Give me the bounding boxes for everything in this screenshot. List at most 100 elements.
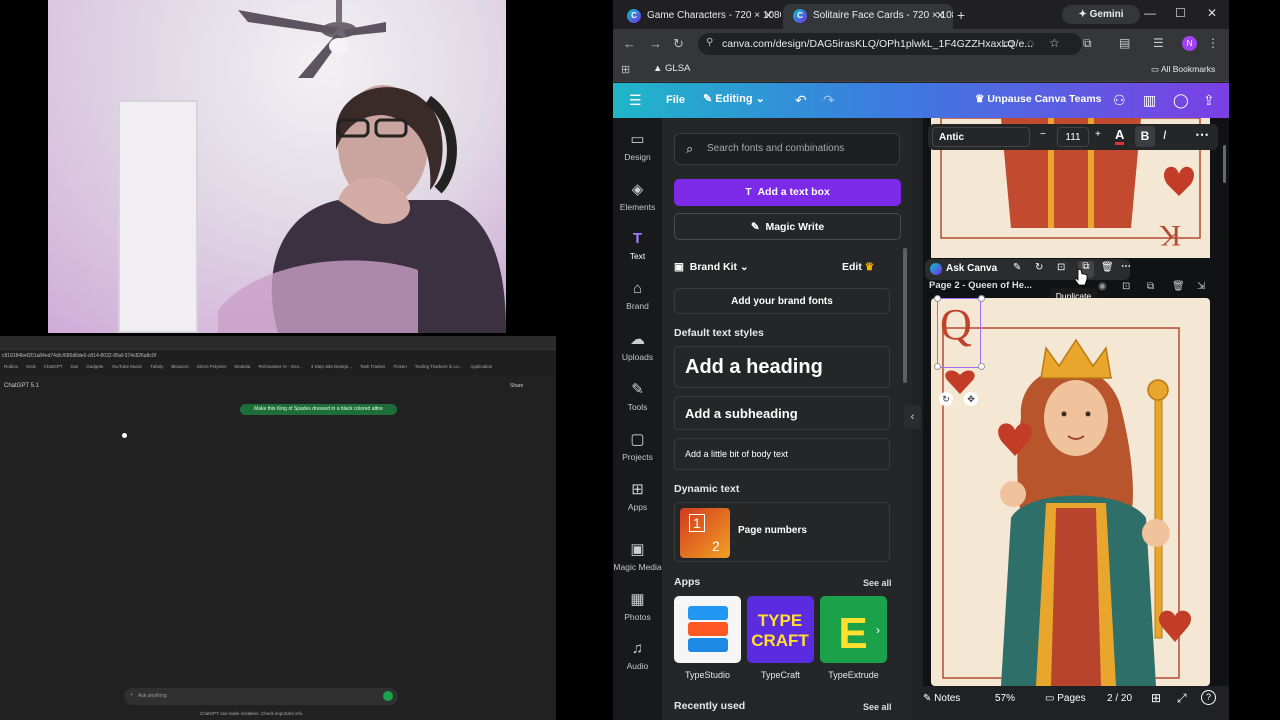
screen-cast-icon[interactable]: ▭: [1003, 36, 1014, 50]
star-icon[interactable]: ☆: [1049, 36, 1060, 50]
chatgpt-bookmark[interactable]: Modelia: [234, 364, 250, 372]
typecraft-app-tile[interactable]: TYPE CRAFT: [747, 596, 814, 663]
rail-item-design[interactable]: ▭ Design: [613, 130, 662, 162]
rail-item-uploads[interactable]: ☁ Uploads: [613, 330, 662, 362]
page-label[interactable]: Page 2 - Queen of He...: [929, 280, 1032, 291]
resize-handle[interactable]: [978, 295, 985, 302]
zoom-level[interactable]: 57%: [995, 693, 1015, 704]
chatgpt-bookmark[interactable]: Gwi: [71, 364, 79, 372]
recent-see-all-link[interactable]: See all: [863, 702, 892, 712]
decrease-font-size-icon[interactable]: −: [1040, 129, 1046, 140]
chatgpt-bookmark[interactable]: 3 Step Site Design...: [311, 364, 352, 372]
chatgpt-bookmark[interactable]: Tooling Trackers in Lo...: [415, 364, 463, 372]
unpause-canva-teams-button[interactable]: ♛ Unpause Canva Teams: [975, 93, 1102, 105]
extensions-icon[interactable]: ⧉: [1083, 36, 1092, 51]
selected-text-element[interactable]: Q: [934, 295, 985, 370]
share-icon[interactable]: ⇪: [1203, 92, 1215, 109]
analytics-icon[interactable]: ▥: [1143, 92, 1156, 109]
more-actions-icon[interactable]: ⋯: [1121, 261, 1131, 272]
font-search-input[interactable]: ⌕ Search fonts and combinations: [674, 133, 900, 165]
chat-composer[interactable]: + Ask anything: [124, 688, 398, 705]
close-window-icon[interactable]: ✕: [1207, 6, 1217, 20]
menu-dots-icon[interactable]: ⋮: [1207, 36, 1219, 50]
add-subheading-button[interactable]: Add a subheading: [674, 396, 890, 430]
chatgpt-bookmark[interactable]: Tubely: [150, 364, 163, 372]
add-body-text-button[interactable]: Add a little bit of body text: [674, 438, 890, 470]
close-tab-icon[interactable]: ✕: [764, 9, 773, 22]
delete-icon[interactable]: 🗑: [1101, 262, 1114, 273]
sidepanel-icon[interactable]: ▤: [1119, 36, 1130, 50]
profile-avatar[interactable]: N: [1182, 36, 1197, 51]
chatgpt-bookmark[interactable]: Application: [470, 364, 492, 372]
page-lock-icon[interactable]: ⊡: [1122, 281, 1130, 292]
hide-page-icon[interactable]: ◉: [1098, 281, 1107, 292]
editing-mode-dropdown[interactable]: ✎ Editing ⌄: [703, 92, 765, 105]
chatgpt-bookmark[interactable]: Grok: [26, 364, 36, 372]
bookmark-glsa[interactable]: ▲ GLSA: [653, 63, 690, 74]
chatgpt-bookmark[interactable]: Gadgets: [86, 364, 103, 372]
brand-kit-dropdown[interactable]: ▣ Brand Kit ⌄: [674, 261, 749, 273]
resize-handle[interactable]: [978, 363, 985, 370]
file-menu[interactable]: File: [666, 94, 685, 106]
send-button[interactable]: [383, 691, 393, 701]
new-tab-icon[interactable]: +: [957, 7, 965, 23]
fullscreen-icon[interactable]: ⤢: [1177, 691, 1187, 706]
rail-item-magic-media[interactable]: ▣ Magic Media: [613, 540, 662, 572]
notes-button[interactable]: ✎ Notes: [923, 693, 960, 704]
lock-icon[interactable]: ⊡: [1057, 262, 1065, 273]
typestudio-app-tile[interactable]: [674, 596, 741, 663]
bold-icon[interactable]: B: [1135, 126, 1155, 147]
magic-write-button[interactable]: ✎ Magic Write: [674, 213, 901, 240]
collapse-panel-button[interactable]: ‹: [904, 405, 921, 429]
page-delete-icon[interactable]: 🗑: [1172, 281, 1185, 292]
chatgpt-bookmark[interactable]: Techmaster AI - Geo...: [258, 364, 303, 372]
help-icon[interactable]: ?: [1201, 690, 1216, 705]
people-icon[interactable]: ⚇: [1113, 92, 1126, 109]
add-page-icon[interactable]: ⇲: [1197, 281, 1205, 292]
chatgpt-bookmark[interactable]: YouTube Music: [111, 364, 142, 372]
rail-item-audio[interactable]: ♫ Audio: [613, 640, 662, 671]
add-brand-fonts-button[interactable]: Add your brand fonts: [674, 288, 890, 314]
undo-icon[interactable]: ↶: [795, 92, 807, 109]
italic-icon[interactable]: I: [1163, 128, 1166, 142]
redo-icon[interactable]: ↷: [823, 92, 835, 109]
tab-search-icon[interactable]: ☰: [1153, 36, 1164, 50]
minimize-icon[interactable]: —: [1144, 6, 1156, 20]
model-selector[interactable]: ChatGPT 5.1: [4, 383, 39, 389]
chatgpt-bookmark[interactable]: Roblox: [4, 364, 18, 372]
increase-font-size-icon[interactable]: +: [1095, 129, 1101, 140]
chevron-right-icon[interactable]: ›: [876, 623, 880, 637]
chatgpt-bookmark[interactable]: Task Tracker: [360, 364, 386, 372]
add-heading-button[interactable]: Add a heading: [674, 346, 890, 388]
tab-solitaire-face-cards[interactable]: C Solitaire Face Cards - 720 × 1080px ✕: [783, 4, 953, 29]
forward-icon[interactable]: →: [649, 36, 662, 51]
apps-grid-icon[interactable]: ⊞: [621, 63, 630, 76]
chatgpt-bookmark[interactable]: ChatGPT: [44, 364, 63, 372]
chatgpt-bookmark[interactable]: GEUs Polymer: [197, 364, 227, 372]
page-duplicate-icon[interactable]: ⧉: [1147, 281, 1154, 292]
rail-item-text[interactable]: T Text: [613, 230, 662, 261]
close-tab-icon[interactable]: ✕: [936, 9, 945, 22]
comment-icon[interactable]: ◯: [1173, 92, 1189, 109]
rail-item-photos[interactable]: ▦ Photos: [613, 590, 662, 622]
address-bar[interactable]: ⚲ canva.com/design/DAG5irasKLQ/OPh1plwkL…: [698, 33, 1082, 55]
share-button[interactable]: Share: [510, 383, 523, 389]
plus-icon[interactable]: +: [130, 692, 133, 698]
reload-icon[interactable]: ↻: [673, 36, 684, 52]
resize-handle[interactable]: [934, 295, 941, 302]
rotate-icon[interactable]: ↻: [1035, 262, 1043, 273]
site-info-icon[interactable]: ⚲: [706, 37, 713, 48]
rail-item-elements[interactable]: ◈ Elements: [613, 180, 662, 212]
rail-item-brand[interactable]: ⌂ Brand: [613, 280, 662, 311]
add-text-box-button[interactable]: T Add a text box: [674, 179, 901, 206]
font-family-dropdown[interactable]: Antic: [932, 127, 1030, 147]
pages-button[interactable]: ▭ Pages: [1045, 693, 1086, 704]
move-handle-icon[interactable]: ✥: [964, 392, 978, 406]
more-options-icon[interactable]: ⋯: [1195, 126, 1209, 143]
gemini-button[interactable]: ✦ Gemini: [1062, 5, 1140, 24]
tab-game-characters[interactable]: C Game Characters - 720 × 1080px ✕: [617, 4, 781, 29]
chatgpt-address-bar[interactable]: c819184bef201a84ed74d/c/686d6de6-c814-80…: [0, 350, 556, 362]
text-color-icon[interactable]: A: [1115, 127, 1125, 145]
maximize-icon[interactable]: ☐: [1175, 6, 1186, 20]
resize-handle[interactable]: [934, 363, 941, 370]
